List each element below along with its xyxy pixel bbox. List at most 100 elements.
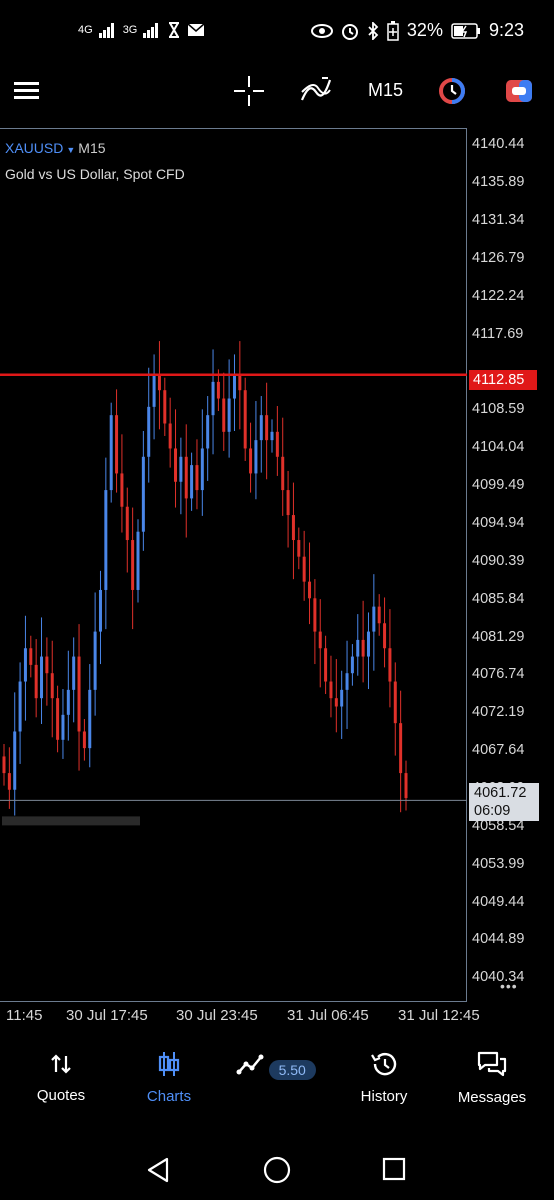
- candle-body: [190, 465, 194, 499]
- candle-body: [259, 415, 263, 441]
- candle-body: [388, 648, 392, 682]
- candle-body: [291, 515, 295, 541]
- price-axis-label: 4053.99: [472, 855, 525, 872]
- candle-body: [13, 731, 17, 790]
- candle-body: [372, 606, 376, 632]
- nav-quotes-label: Quotes: [36, 1087, 86, 1104]
- messages-icon: [477, 1051, 507, 1077]
- candle-body: [50, 673, 54, 699]
- candle-body: [23, 648, 27, 682]
- candlestick-plot: [0, 341, 467, 826]
- candle-body: [350, 656, 354, 674]
- candle-body: [404, 773, 408, 799]
- candle-body: [7, 773, 11, 790]
- candle-body: [88, 689, 92, 749]
- candle-body: [104, 490, 108, 590]
- chart-scrollbar: [2, 816, 140, 826]
- candle-body: [18, 681, 22, 732]
- candle-body: [120, 473, 124, 507]
- candle-body: [179, 456, 183, 482]
- candle-body: [211, 381, 215, 416]
- candle-body: [377, 606, 381, 624]
- quotes-icon: [51, 1054, 71, 1074]
- candle-body: [265, 415, 269, 441]
- system-nav-bar: [0, 1140, 554, 1200]
- candle-body: [275, 431, 279, 457]
- candle-body: [297, 540, 301, 557]
- trade-toggle-icon[interactable]: [505, 79, 533, 103]
- candle-body: [227, 398, 231, 432]
- candle-body: [206, 415, 210, 449]
- time-axis-label: 31 Jul 12:45: [398, 1007, 480, 1024]
- candle-body: [93, 631, 97, 690]
- price-axis-label: 4090.39: [472, 552, 525, 569]
- price-axis-label: 4049.44: [472, 893, 525, 910]
- candle-body: [152, 373, 156, 407]
- candle-body: [270, 431, 274, 441]
- nav-messages[interactable]: Messages: [437, 1040, 547, 1106]
- candle-body: [77, 656, 81, 732]
- candle-body: [115, 415, 119, 474]
- balance-badge: 5.50: [268, 1060, 316, 1080]
- nav-quotes[interactable]: Quotes: [6, 1040, 116, 1104]
- candle-body: [302, 556, 306, 582]
- candle-body: [136, 531, 140, 590]
- nav-history[interactable]: History: [329, 1040, 439, 1105]
- price-axis-label: 4135.89: [472, 174, 525, 191]
- candle-body: [29, 648, 33, 665]
- candle-body: [345, 673, 349, 690]
- candle-body: [131, 540, 135, 590]
- candle-body: [232, 373, 236, 399]
- candle-body: [361, 639, 365, 657]
- candle-body: [308, 581, 312, 599]
- candle-body: [286, 490, 290, 516]
- recents-icon[interactable]: [382, 1157, 406, 1181]
- candle-body: [163, 390, 167, 424]
- candle-body: [324, 648, 328, 682]
- price-axis-label: 4081.29: [472, 628, 525, 645]
- time-axis-label: 11:45: [6, 1007, 43, 1024]
- price-axis-label: 4044.89: [472, 931, 525, 948]
- nav-history-label: History: [360, 1088, 408, 1105]
- candle-body: [313, 598, 317, 632]
- nav-messages-label: Messages: [457, 1089, 527, 1106]
- price-axis-label: 4131.34: [472, 211, 525, 228]
- candle-body: [61, 714, 65, 740]
- candle-body: [34, 664, 38, 699]
- candle-body: [72, 656, 76, 690]
- current-price: 4061.72: [474, 785, 527, 801]
- candle-body: [356, 639, 360, 657]
- candle-body: [109, 415, 113, 491]
- candle-body: [334, 698, 338, 707]
- candle-body: [329, 681, 333, 699]
- price-axis-label: 4122.24: [472, 287, 525, 304]
- candle-body: [243, 390, 247, 449]
- candle-body: [254, 440, 258, 474]
- current-price-tag: 4061.72 06:09: [469, 783, 539, 821]
- candle-body: [366, 631, 370, 657]
- candle-body: [45, 656, 49, 674]
- price-axis-label: 4094.94: [472, 514, 525, 531]
- nav-charts-label: Charts: [146, 1088, 192, 1105]
- home-icon[interactable]: [263, 1156, 291, 1184]
- nav-charts[interactable]: Charts: [114, 1040, 224, 1105]
- candle-body: [2, 756, 6, 774]
- time-axis-label: 30 Jul 23:45: [176, 1007, 258, 1024]
- price-axis-label: 4076.74: [472, 666, 525, 683]
- nav-trade[interactable]: 5.50: [221, 1040, 331, 1080]
- candle-body: [141, 456, 145, 532]
- candle-body: [82, 731, 86, 749]
- price-axis-label: 4067.64: [472, 742, 525, 759]
- bottom-nav: Quotes Charts 5.50 History Messages: [0, 1040, 554, 1120]
- candle-body: [340, 689, 344, 707]
- price-axis-label: 4072.19: [472, 704, 525, 721]
- candle-body: [56, 698, 60, 740]
- clock: 9:23: [488, 20, 524, 40]
- candle-body: [281, 456, 285, 491]
- price-axis-label: 4126.79: [472, 249, 525, 266]
- more-icon[interactable]: •••: [500, 978, 518, 994]
- back-icon[interactable]: [146, 1157, 170, 1183]
- candle-body: [174, 448, 178, 482]
- candle-body: [318, 631, 322, 649]
- candle-body: [393, 681, 397, 724]
